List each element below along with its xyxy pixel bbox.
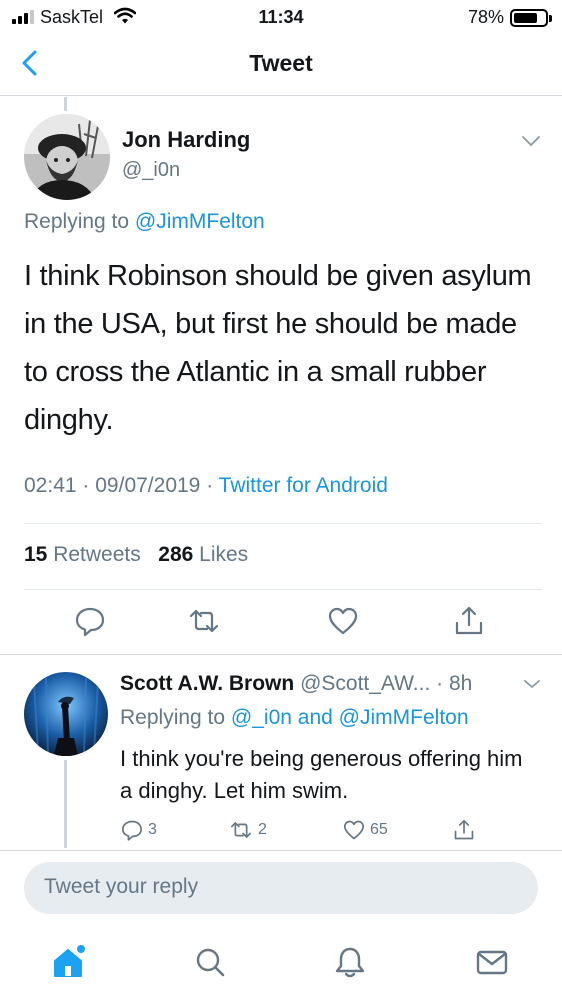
share-icon[interactable]: [452, 604, 486, 638]
page-title: Tweet: [249, 50, 313, 76]
chevron-down-icon[interactable]: [522, 678, 542, 690]
meta-separator: ·: [82, 474, 90, 497]
replying-and: and: [297, 706, 333, 729]
reply-author-handle[interactable]: @Scott_AW...: [300, 672, 430, 695]
reply-like-action[interactable]: 65: [342, 818, 388, 842]
tweet-date: 09/07/2019: [95, 474, 201, 497]
reply-header: Scott A.W. Brown @Scott_AW... · 8h: [120, 672, 472, 696]
status-bar: SaskTel 11:34 78%: [0, 0, 562, 34]
chevron-down-icon[interactable]: [520, 134, 542, 148]
retweets-label: Retweets: [53, 543, 141, 566]
author-handle[interactable]: @_i0n: [122, 159, 180, 182]
retweets-count: 15: [24, 543, 48, 566]
reply-share-action[interactable]: [452, 818, 476, 842]
reply-text: I think you're being generous offering h…: [120, 746, 523, 803]
section-separator: [0, 654, 562, 655]
replying-prefix: Replying to: [24, 210, 130, 233]
reply-author-name[interactable]: Scott A.W. Brown: [120, 672, 294, 695]
reply-author-avatar[interactable]: [24, 672, 108, 756]
battery-cap: [549, 15, 552, 22]
search-icon[interactable]: [192, 944, 228, 980]
author-avatar[interactable]: [24, 114, 110, 200]
battery-percentage: 78%: [467, 7, 504, 27]
battery-icon: [510, 9, 548, 27]
divider: [24, 589, 542, 590]
home-icon[interactable]: [50, 944, 86, 980]
compose-placeholder: Tweet your reply: [44, 875, 199, 898]
retweet-icon[interactable]: [187, 604, 221, 638]
retweet-icon: [230, 822, 252, 838]
retweet-count: 2: [258, 821, 267, 838]
thread-line: [64, 97, 67, 111]
replying-to-link[interactable]: @_i0n: [231, 706, 292, 729]
like-count: 65: [370, 821, 388, 838]
notifications-icon[interactable]: [332, 944, 368, 980]
reply-replying-to: Replying to @_i0n and @JimMFelton: [120, 706, 469, 730]
nav-bar: Tweet: [0, 34, 562, 96]
tweet-meta: 02:41 · 09/07/2019 · Twitter for Android: [24, 474, 388, 498]
replying-prefix: Replying to: [120, 706, 226, 729]
like-icon[interactable]: [326, 604, 360, 638]
compose-separator: [0, 850, 562, 851]
tweet-source-link[interactable]: Twitter for Android: [219, 474, 388, 497]
likes-count: 286: [158, 543, 194, 566]
retweets-stat[interactable]: 15 Retweets: [24, 543, 141, 566]
tweet-text: I think Robinson should be given asylum …: [24, 260, 532, 436]
reply-retweet-action[interactable]: 2: [228, 818, 267, 842]
replying-to-link[interactable]: @JimMFelton: [135, 210, 265, 233]
like-icon: [343, 820, 365, 840]
tweet-time: 02:41: [24, 474, 77, 497]
meta-separator: ·: [206, 474, 214, 497]
tweet-stats: 15 Retweets 286 Likes: [24, 543, 248, 567]
messages-icon[interactable]: [474, 944, 510, 980]
reply-reply-action[interactable]: 3: [120, 818, 157, 842]
reply-compose-input[interactable]: Tweet your reply: [24, 862, 538, 914]
share-icon: [454, 819, 474, 840]
thread-line: [64, 760, 67, 848]
divider: [24, 523, 542, 524]
reply-icon: [121, 820, 143, 841]
reply-time-ago: · 8h: [436, 672, 473, 695]
replying-to-link[interactable]: @JimMFelton: [339, 706, 469, 729]
author-name[interactable]: Jon Harding: [122, 127, 250, 153]
likes-stat[interactable]: 286 Likes: [158, 543, 248, 566]
reply-icon[interactable]: [73, 604, 107, 638]
battery-level: [514, 13, 537, 23]
replying-to: Replying to @JimMFelton: [24, 210, 265, 234]
reply-count: 3: [148, 821, 157, 838]
likes-label: Likes: [199, 543, 249, 566]
